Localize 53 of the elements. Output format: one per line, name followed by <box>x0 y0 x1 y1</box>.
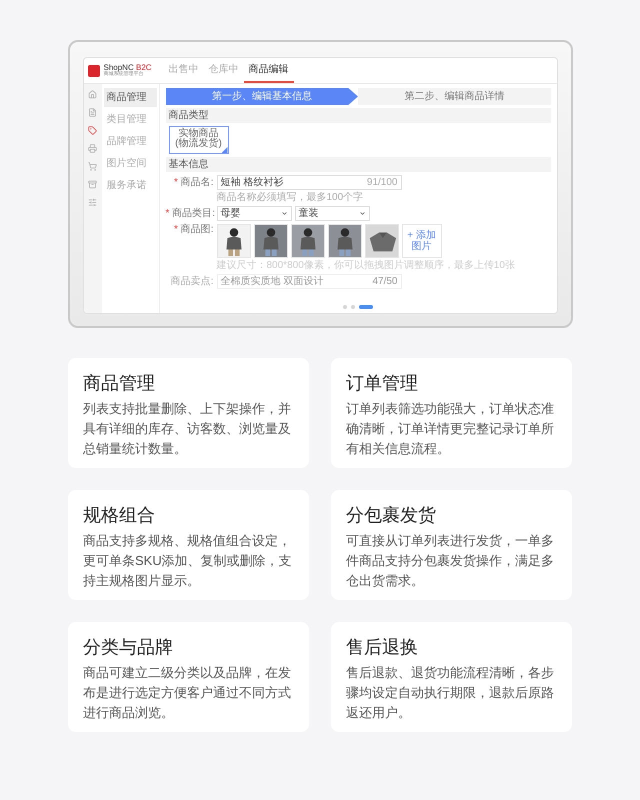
field-hint: 商品名称必须填写，最多100个字 <box>216 193 364 203</box>
field-label: * 商品名: <box>173 176 214 188</box>
type-note: (物流发货) <box>175 139 222 149</box>
step-indicator: 第一步、编辑基本信息 <box>166 88 358 105</box>
section-header: 商品类型 <box>166 108 550 123</box>
side-menu-item[interactable]: 商品管理 <box>104 88 156 107</box>
type-title: 实物商品 <box>178 129 218 139</box>
section-header: 基本信息 <box>166 157 550 172</box>
feature-title: 分类与品牌 <box>83 636 174 659</box>
corner-check-icon <box>222 147 228 153</box>
brand-name: ShopNC B2C <box>104 64 152 72</box>
field-label: 商品卖点: <box>170 276 214 288</box>
side-menu-item[interactable]: 类目管理 <box>104 110 156 129</box>
step-indicator: 第二步、编辑商品详情 <box>358 88 550 105</box>
name-input[interactable]: 短袖 格纹衬衫 91/100 <box>216 175 402 190</box>
feature-description: 列表支持批量删除、上下架操作，并具有详细的库存、访客数、浏览量及总销量统计数量。 <box>83 400 292 458</box>
input-value: 短袖 格纹衬衫 <box>220 176 284 188</box>
feature-description: 可直接从订单列表进行发货，一单多件商品支持分包裹发货操作，满足多仓出货需求。 <box>346 532 555 590</box>
cart-icon[interactable] <box>88 162 97 171</box>
category-select[interactable]: 童装 <box>294 206 370 221</box>
selling-input[interactable]: 全棉质实质地 双面设计 47/50 <box>216 274 402 289</box>
printer-icon[interactable] <box>88 144 97 153</box>
sliders-icon[interactable] <box>88 198 97 207</box>
house-icon[interactable] <box>88 90 97 99</box>
feature-title: 分包裹发货 <box>346 504 437 527</box>
feature-title: 商品管理 <box>83 372 156 395</box>
feature-title: 订单管理 <box>346 372 419 395</box>
feature-title: 规格组合 <box>83 504 156 527</box>
category-select[interactable]: 母婴 <box>216 206 292 221</box>
field-label: * 商品类目: <box>166 208 214 220</box>
feature-description: 商品支持多规格、规格值组合设定，更可单条SKU添加、复制或删除，支持主规格图片显示。 <box>83 532 293 590</box>
side-menu-item[interactable]: 服务承诺 <box>104 176 156 195</box>
top-tab[interactable]: 商品编辑 <box>244 58 294 83</box>
feature-title: 售后退换 <box>346 636 419 659</box>
side-menu-item[interactable]: 品牌管理 <box>104 132 156 151</box>
char-counter: 47/50 <box>372 276 398 288</box>
drawer-icon[interactable] <box>88 180 97 189</box>
type-option[interactable]: 实物商品 (物流发货) <box>168 126 228 154</box>
tag-icon[interactable] <box>88 126 97 135</box>
chevron-down-icon <box>358 210 366 217</box>
document-icon[interactable] <box>88 108 97 117</box>
top-tab[interactable]: 出售中 <box>164 58 204 83</box>
add-image-button[interactable]: + 添加图片 <box>402 224 442 258</box>
top-tab[interactable]: 仓库中 <box>204 58 244 83</box>
feature-description: 订单列表筛选功能强大，订单状态准确清晰，订单详情更完整记录订单所有相关信息流程。 <box>346 400 555 458</box>
feature-description: 商品可建立二级分类以及品牌，在发布是进行选定方便客户通过不同方式进行商品浏览。 <box>83 664 292 722</box>
chevron-down-icon <box>280 210 288 217</box>
shop-logo-icon <box>88 64 100 76</box>
side-menu-item[interactable]: 图片空间 <box>104 154 156 173</box>
input-value: 全棉质实质地 双面设计 <box>220 276 324 288</box>
field-label: * 商品图: <box>173 224 214 236</box>
feature-description: 售后退款、退货功能流程清晰，各步骤均设定自动执行期限，退款后原路返还用户。 <box>346 664 555 722</box>
char-counter: 91/100 <box>366 176 398 188</box>
